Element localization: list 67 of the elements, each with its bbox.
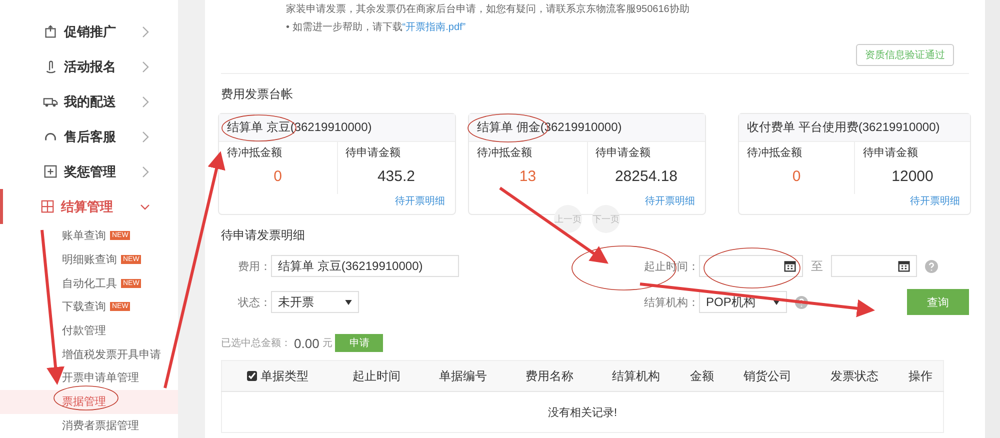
field-label: 状态： bbox=[237, 296, 271, 310]
submenu-item[interactable]: 票据管理 bbox=[0, 390, 178, 414]
chevron-icon bbox=[140, 26, 150, 38]
submenu-item[interactable]: 增值税发票开具申请 bbox=[0, 342, 178, 366]
amount-label: 待冲抵金额 bbox=[476, 146, 532, 160]
sidebar-item[interactable]: 奖惩管理 bbox=[0, 154, 178, 189]
menu-icon bbox=[43, 164, 58, 179]
help-text: • 如需进一步帮助，请下载 bbox=[286, 22, 402, 33]
total-label: 已选中总金额： bbox=[221, 336, 291, 350]
section-title: 待申请发票明细 bbox=[221, 227, 306, 244]
amount-value: 435.2 bbox=[377, 168, 416, 185]
amount-label: 待申请金额 bbox=[594, 146, 650, 160]
amount-value: 28254.18 bbox=[614, 168, 678, 185]
amount-label: 待冲抵金额 bbox=[746, 146, 802, 160]
cost-field[interactable]: 结算单 京豆(36219910000) bbox=[271, 255, 459, 277]
status-select[interactable]: 未开票 bbox=[271, 291, 359, 313]
sidebar-item[interactable]: 我的配送 bbox=[0, 84, 178, 119]
total-value: 0.00 bbox=[294, 336, 320, 350]
empty-message: 没有相关记录! bbox=[548, 406, 618, 418]
sidebar-item[interactable]: 促销推广 bbox=[0, 14, 178, 49]
date-field[interactable] bbox=[699, 255, 803, 277]
chevron-icon bbox=[140, 166, 150, 178]
field-label: 结算机构： bbox=[643, 296, 699, 310]
menu-icon bbox=[43, 24, 58, 39]
column-header: 发票状态 bbox=[811, 360, 898, 392]
date-field[interactable] bbox=[831, 255, 917, 277]
amount-value: 0 bbox=[792, 168, 801, 185]
date-separator: 至 bbox=[811, 258, 823, 274]
card-title: 收付费单 平台使用费(36219910000) bbox=[739, 114, 970, 142]
sidebar-item[interactable]: 结算管理 bbox=[0, 189, 178, 224]
section-title: 费用发票台帐 bbox=[221, 86, 294, 103]
column-header: 单据编号 bbox=[420, 360, 506, 392]
details-link[interactable]: 待开票明细 bbox=[910, 194, 960, 208]
calendar-icon[interactable] bbox=[898, 260, 910, 272]
sidebar-item[interactable]: 售后客服 bbox=[0, 119, 178, 154]
chevron-icon bbox=[140, 130, 150, 142]
column-header: 起止时间 bbox=[333, 360, 420, 392]
field-label: 费用： bbox=[237, 260, 271, 274]
submenu-item[interactable]: 付款管理 bbox=[0, 318, 178, 342]
chevron-icon bbox=[140, 60, 150, 72]
amount-value: 0 bbox=[274, 168, 282, 185]
help-icon[interactable] bbox=[795, 296, 808, 308]
amount-label: 待冲抵金额 bbox=[226, 146, 282, 160]
total-unit: 元 bbox=[322, 337, 332, 350]
details-link[interactable]: 待开票明细 bbox=[645, 194, 695, 208]
amount-value: 13 bbox=[519, 168, 536, 185]
amount-label: 待申请金额 bbox=[862, 146, 918, 160]
column-header: 销货公司 bbox=[724, 360, 811, 392]
column-header: 结算机构 bbox=[592, 360, 680, 392]
dropdown-caret-icon bbox=[345, 300, 352, 304]
submenu-item[interactable]: 消费者票据管理 bbox=[0, 414, 178, 438]
calendar-icon[interactable] bbox=[784, 260, 796, 272]
select-all-checkbox[interactable] bbox=[246, 371, 257, 382]
submenu-item[interactable]: 开票申请单管理 bbox=[0, 366, 178, 390]
column-header: 费用名称 bbox=[506, 360, 593, 392]
column-header: 金额 bbox=[679, 360, 724, 392]
menu-icon bbox=[40, 199, 55, 214]
sidebar-item[interactable]: 活动报名 bbox=[0, 49, 178, 84]
column-header: 操作 bbox=[898, 360, 944, 392]
amount-label: 待申请金额 bbox=[344, 146, 400, 160]
guide-link[interactable]: “开票指南.pdf” bbox=[402, 22, 466, 33]
chevron-icon bbox=[140, 96, 150, 108]
column-header: 单据类型 bbox=[222, 360, 334, 392]
dropdown-caret-icon bbox=[773, 300, 780, 304]
amount-value: 12000 bbox=[892, 168, 934, 185]
notice-text: 家装申请发票，其余发票仍在商家后台申请，如您有疑问，请联系京东物流客服950616协助 bbox=[286, 2, 690, 17]
details-link[interactable]: 待开票明细 bbox=[395, 194, 445, 208]
